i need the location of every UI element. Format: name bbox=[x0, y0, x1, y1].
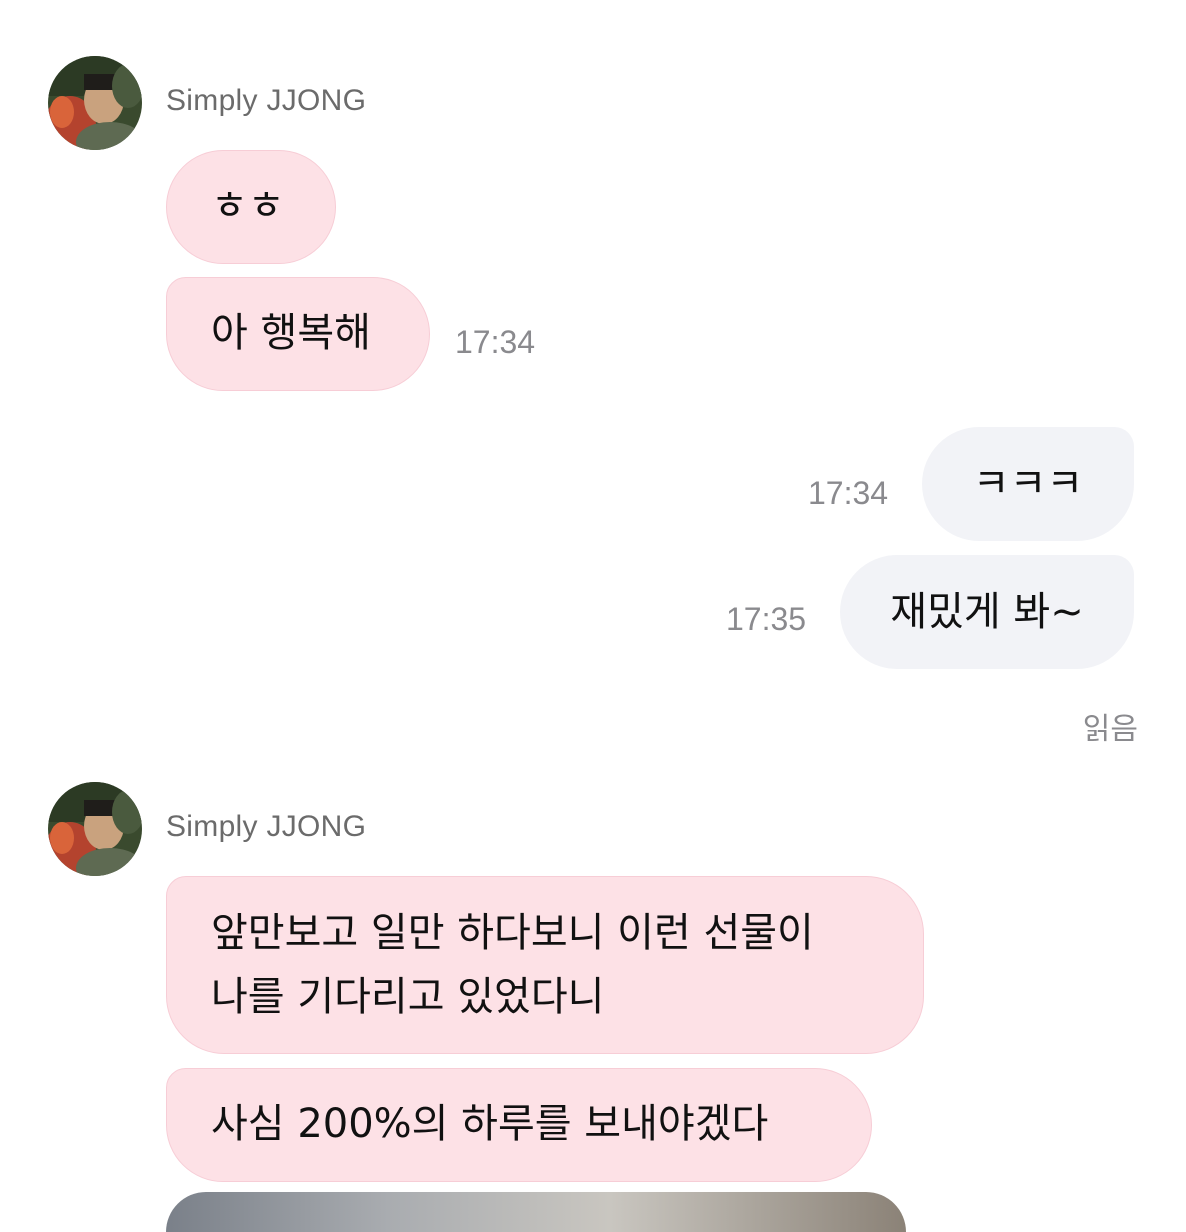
image-message-preview[interactable] bbox=[166, 1192, 906, 1232]
message-text-line: 나를 기다리고 있었다니 bbox=[211, 974, 605, 1020]
message-text-line: 앞만보고 일만 하다보니 이런 선물이 bbox=[211, 910, 814, 956]
outgoing-message-bubble[interactable]: 재밌게 봐~ bbox=[840, 555, 1134, 669]
message-text: 아 행복해 bbox=[211, 310, 371, 356]
avatar-photo-icon bbox=[48, 56, 142, 150]
message-text: ㅎㅎ bbox=[211, 183, 285, 229]
sender-name: Simply JJONG bbox=[166, 84, 367, 117]
outgoing-message-bubble[interactable]: ㅋㅋㅋ bbox=[922, 427, 1134, 541]
avatar-photo-icon bbox=[48, 782, 142, 876]
incoming-message-bubble[interactable]: 사심 200%의 하루를 보내야겠다 bbox=[166, 1068, 872, 1182]
message-text: 재밌게 봐~ bbox=[890, 589, 1084, 635]
message-text: ㅋㅋㅋ bbox=[972, 461, 1084, 507]
message-timestamp: 17:34 bbox=[808, 475, 889, 511]
sender-avatar[interactable] bbox=[48, 782, 142, 876]
message-timestamp: 17:34 bbox=[455, 324, 536, 360]
incoming-message-bubble[interactable]: 앞만보고 일만 하다보니 이런 선물이 나를 기다리고 있었다니 bbox=[166, 876, 924, 1054]
incoming-message-bubble[interactable]: ㅎㅎ bbox=[166, 150, 336, 264]
sender-name: Simply JJONG bbox=[166, 810, 367, 843]
message-timestamp: 17:35 bbox=[726, 601, 807, 637]
incoming-message-bubble[interactable]: 아 행복해 bbox=[166, 277, 430, 391]
read-status: 읽음 bbox=[1082, 712, 1138, 747]
message-text: 사심 200%의 하루를 보내야겠다 bbox=[211, 1101, 769, 1147]
sender-avatar[interactable] bbox=[48, 56, 142, 150]
